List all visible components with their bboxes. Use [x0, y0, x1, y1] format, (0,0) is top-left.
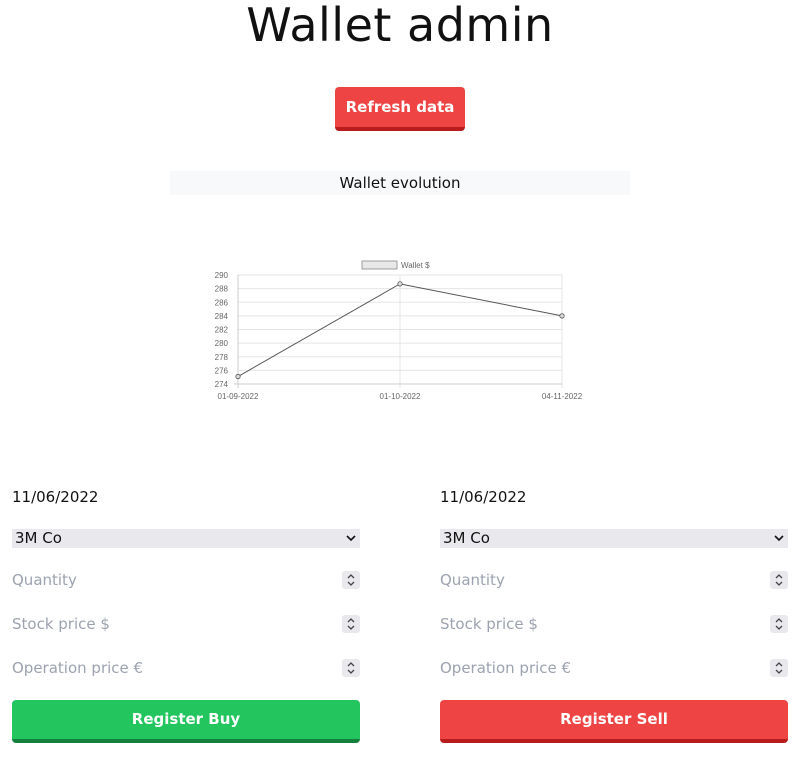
y-tick-label: 280 [215, 339, 229, 348]
data-point [559, 313, 565, 319]
buy-stock-price-input[interactable]: Stock price $ [12, 612, 360, 636]
sell-operation-price-placeholder: Operation price € [440, 659, 572, 677]
buy-operation-price-placeholder: Operation price € [12, 659, 144, 677]
buy-date: 11/06/2022 [12, 488, 99, 506]
sell-quantity-input[interactable]: Quantity [440, 568, 788, 592]
sell-stock-price-placeholder: Stock price $ [440, 615, 538, 633]
x-tick-label: 04-11-2022 [542, 392, 583, 401]
spinner-icon[interactable] [342, 615, 360, 633]
data-point [397, 281, 403, 287]
buy-stock-select[interactable]: 3M Co [12, 529, 360, 548]
y-tick-label: 290 [215, 271, 229, 280]
page-title: Wallet admin [246, 0, 554, 52]
x-tick-label: 01-10-2022 [380, 392, 421, 401]
sell-stock-selected: 3M Co [443, 529, 490, 547]
spinner-icon[interactable] [770, 615, 788, 633]
register-sell-button[interactable]: Register Sell [440, 700, 788, 743]
legend-swatch [361, 260, 398, 270]
buy-stock-selected: 3M Co [15, 529, 62, 547]
spinner-icon[interactable] [342, 571, 360, 589]
y-tick-label: 282 [215, 326, 229, 335]
buy-quantity-placeholder: Quantity [12, 571, 77, 589]
buy-quantity-input[interactable]: Quantity [12, 568, 360, 592]
spinner-icon[interactable] [770, 571, 788, 589]
y-tick-label: 288 [215, 285, 229, 294]
y-tick-label: 274 [215, 380, 229, 389]
data-point [235, 373, 241, 380]
y-tick-label: 276 [215, 366, 229, 375]
buy-stock-price-placeholder: Stock price $ [12, 615, 110, 633]
sell-date: 11/06/2022 [440, 488, 527, 506]
sell-operation-price-input[interactable]: Operation price € [440, 656, 788, 680]
spinner-icon[interactable] [342, 659, 360, 677]
refresh-data-button[interactable]: Refresh data [335, 87, 465, 131]
y-tick-label: 284 [215, 312, 229, 321]
sell-stock-select[interactable]: 3M Co [440, 529, 788, 548]
chevron-down-icon [774, 529, 784, 554]
buy-operation-price-input[interactable]: Operation price € [12, 656, 360, 680]
sell-stock-price-input[interactable]: Stock price $ [440, 612, 788, 636]
register-buy-button[interactable]: Register Buy [12, 700, 360, 743]
legend-label: Wallet $ [401, 261, 430, 270]
y-tick-label: 286 [215, 298, 229, 307]
sell-quantity-placeholder: Quantity [440, 571, 505, 589]
chart-header: Wallet evolution [170, 171, 630, 195]
spinner-icon[interactable] [770, 659, 788, 677]
y-tick-label: 278 [215, 353, 229, 362]
wallet-evolution-chart: 274 276 278 280 282 284 286 288 290 01-09-2022 01-… [215, 260, 583, 401]
chevron-down-icon [346, 529, 356, 554]
x-tick-label: 01-09-2022 [218, 392, 259, 401]
